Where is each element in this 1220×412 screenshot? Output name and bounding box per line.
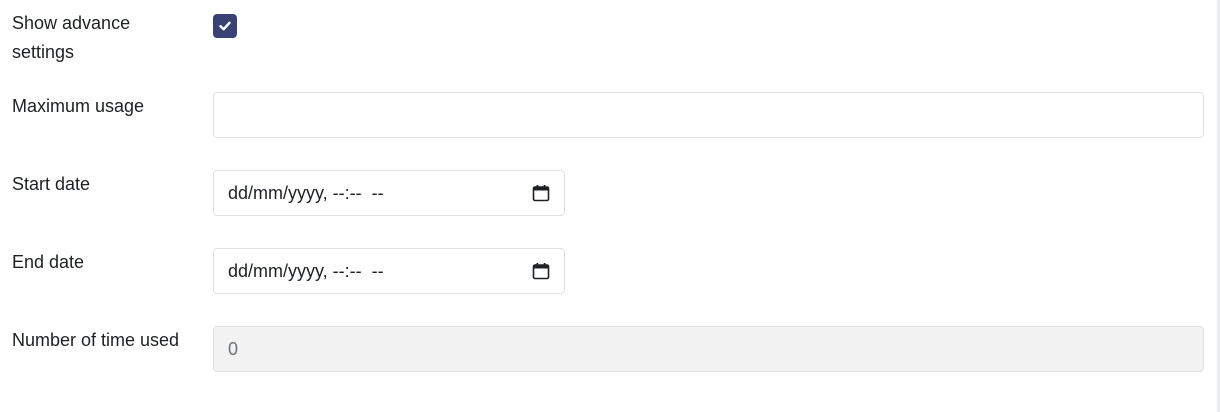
advance-settings-row: Show advance settings — [0, 0, 1220, 80]
start-date-row: Start date dd/mm/yyyy, --:-- -- — [0, 158, 1220, 236]
start-date-input[interactable]: dd/mm/yyyy, --:-- -- — [213, 170, 565, 216]
end-date-value: dd/mm/yyyy, --:-- -- — [228, 260, 384, 281]
end-date-input[interactable]: dd/mm/yyyy, --:-- -- — [213, 248, 565, 294]
times-used-label: Number of time used — [12, 330, 180, 350]
advance-settings-checkbox[interactable] — [213, 14, 237, 38]
end-date-row: End date dd/mm/yyyy, --:-- -- — [0, 236, 1220, 314]
check-icon — [218, 19, 232, 33]
times-used-input: 0 — [213, 326, 1204, 372]
coupon-advanced-settings-form: Show advance settings Maximum usage Star… — [0, 0, 1220, 412]
maximum-usage-input[interactable] — [213, 92, 1204, 138]
times-used-value: 0 — [228, 338, 239, 359]
times-used-row: Number of time used 0 — [0, 314, 1220, 412]
start-date-value: dd/mm/yyyy, --:-- -- — [228, 182, 384, 203]
calendar-icon[interactable] — [532, 184, 550, 202]
end-date-label: End date — [12, 252, 85, 272]
calendar-icon[interactable] — [532, 262, 550, 280]
start-date-label: Start date — [12, 174, 91, 194]
maximum-usage-row: Maximum usage — [0, 80, 1220, 158]
advance-settings-label: Show advance settings — [12, 13, 131, 62]
maximum-usage-label: Maximum usage — [12, 96, 145, 116]
